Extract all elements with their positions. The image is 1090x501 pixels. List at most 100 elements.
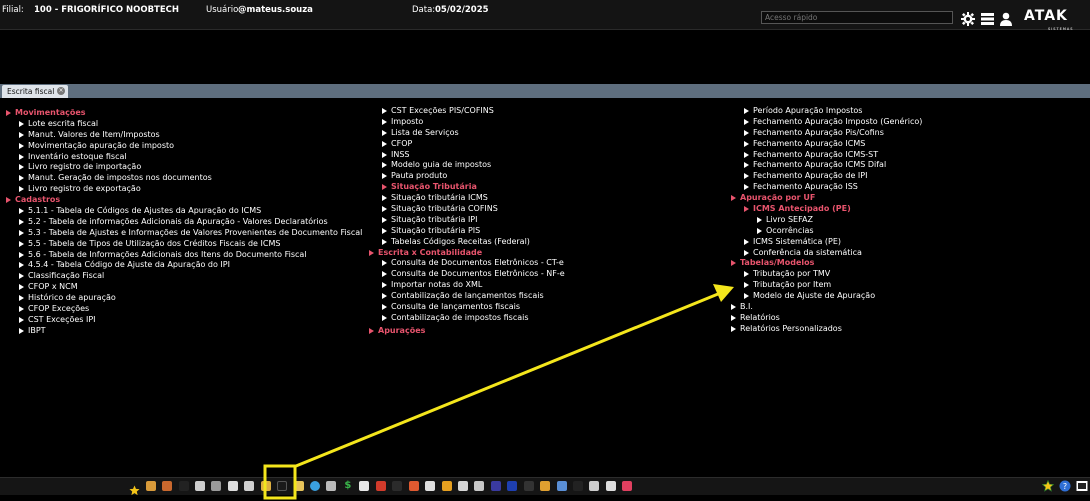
menu-item-fechamento-apuracao-de-ipi[interactable]: Fechamento Apuração de IPI xyxy=(744,171,922,182)
user-profile-icon[interactable] xyxy=(998,11,1014,26)
menu-item-5-2-tabela-de-informacoes-adicionais-da-apuracao-valores-declaratorios[interactable]: 5.2 - Tabela de informações Adicionais d… xyxy=(19,217,362,228)
menu-item-tabelas-codigos-receitas-federal[interactable]: Tabelas Códigos Receitas (Federal) xyxy=(382,237,565,248)
menu-item-cfop-x-ncm[interactable]: CFOP x NCM xyxy=(19,282,362,293)
favorites-star-icon[interactable] xyxy=(126,478,142,496)
menu-section-escrita-x-contabilidade[interactable]: Escrita x Contabilidade xyxy=(369,248,565,259)
menu-item-imposto[interactable]: Imposto xyxy=(382,117,565,128)
menu-lines-icon[interactable] xyxy=(979,11,995,26)
favorite-star-icon[interactable] xyxy=(1041,479,1054,492)
menu-item-manut-valores-de-item-impostos[interactable]: Manut. Valores de Item/Impostos xyxy=(19,130,362,141)
menu-item-inventario-estoque-fiscal[interactable]: Inventário estoque fiscal xyxy=(19,152,362,163)
menu-item-relatorios[interactable]: Relatórios xyxy=(731,313,922,324)
menu-item-5-1-1-tabela-de-codigos-de-ajustes-da-apuracao-do-icms[interactable]: 5.1.1 - Tabela de Códigos de Ajustes da … xyxy=(19,206,362,217)
printer-icon[interactable] xyxy=(356,478,372,494)
factory-icon[interactable] xyxy=(373,478,389,494)
menu-item-pauta-produto[interactable]: Pauta produto xyxy=(382,171,565,182)
folder-icon[interactable] xyxy=(258,478,274,494)
box-icon[interactable] xyxy=(159,478,175,494)
book-icon[interactable] xyxy=(488,478,504,494)
menu-item-conferencia-da-sistematica[interactable]: Conferência da sistemática xyxy=(744,248,922,259)
building-icon[interactable] xyxy=(208,478,224,494)
help-icon[interactable]: ? xyxy=(1058,479,1071,492)
menu-item-modelo-guia-de-impostos[interactable]: Modelo guia de impostos xyxy=(382,160,565,171)
menu-item-fechamento-apuracao-icms-difal[interactable]: Fechamento Apuração ICMS Difal xyxy=(744,160,922,171)
menu-item-modelo-de-ajuste-de-apuracao[interactable]: Modelo de Ajuste de Apuração xyxy=(744,291,922,302)
chart-icon[interactable] xyxy=(438,478,454,494)
analytics-icon[interactable] xyxy=(619,478,635,494)
menu-item-ocorrencias[interactable]: Ocorrências xyxy=(757,226,922,237)
menu-item-tributacao-por-item[interactable]: Tributação por Item xyxy=(744,280,922,291)
monitor-icon[interactable] xyxy=(504,478,520,494)
menu-item-fechamento-apuracao-iss[interactable]: Fechamento Apuração ISS xyxy=(744,182,922,193)
menu-item-lista-de-servicos[interactable]: Lista de Serviços xyxy=(382,128,565,139)
headset-icon[interactable] xyxy=(603,478,619,494)
gear-icon[interactable] xyxy=(960,11,976,26)
menu-item-relatorios-personalizados[interactable]: Relatórios Personalizados xyxy=(731,324,922,335)
terminal-icon[interactable] xyxy=(570,478,586,494)
menu-item-manut-geracao-de-impostos-nos-documentos[interactable]: Manut. Geração de impostos nos documento… xyxy=(19,173,362,184)
package-icon[interactable] xyxy=(537,478,553,494)
folder-yellow-icon[interactable] xyxy=(290,478,306,494)
close-icon[interactable]: × xyxy=(57,87,65,95)
menu-item-historico-de-apuracao[interactable]: Histórico de apuração xyxy=(19,293,362,304)
menu-item-tributacao-por-tmv[interactable]: Tributação por TMV xyxy=(744,269,922,280)
menu-item-cst-excecoes-pis-cofins[interactable]: CST Exceções PIS/COFINS xyxy=(382,106,565,117)
menu-item-situacao-tributaria-icms[interactable]: Situação tributária ICMS xyxy=(382,193,565,204)
menu-item-fechamento-apuracao-pis-cofins[interactable]: Fechamento Apuração Pis/Cofins xyxy=(744,128,922,139)
menu-item-fechamento-apuracao-icms[interactable]: Fechamento Apuração ICMS xyxy=(744,139,922,150)
menu-item-lote-escrita-fiscal[interactable]: Lote escrita fiscal xyxy=(19,119,362,130)
bottle-icon[interactable] xyxy=(405,478,421,494)
menu-section-movimentacoes[interactable]: Movimentações xyxy=(6,108,362,119)
menu-item-cst-excecoes-ipi[interactable]: CST Exceções IPI xyxy=(19,315,362,326)
menu-item-classificacao-fiscal[interactable]: Classificação Fiscal xyxy=(19,271,362,282)
menu-item-periodo-apuracao-impostos[interactable]: Período Apuração Impostos xyxy=(744,106,922,117)
menu-section-cadastros[interactable]: Cadastros xyxy=(6,195,362,206)
menu-item-situacao-tributaria-ipi[interactable]: Situação tributária IPI xyxy=(382,215,565,226)
tools-icon[interactable] xyxy=(521,478,537,494)
truck-icon[interactable] xyxy=(225,478,241,494)
doc-edit-icon[interactable] xyxy=(455,478,471,494)
menu-item-fechamento-apuracao-imposto-generico[interactable]: Fechamento Apuração Imposto (Genérico) xyxy=(744,117,922,128)
calculator-icon[interactable] xyxy=(389,478,405,494)
menu-item-ibpt[interactable]: IBPT xyxy=(19,326,362,337)
card-icon[interactable] xyxy=(422,478,438,494)
menu-item-cfop-excecoes[interactable]: CFOP Exceções xyxy=(19,304,362,315)
menu-section-apuracao-por-uf[interactable]: Apuração por UF xyxy=(731,193,922,204)
menu-item-fechamento-apuracao-icms-st[interactable]: Fechamento Apuração ICMS-ST xyxy=(744,150,922,161)
cylinder-icon[interactable] xyxy=(323,478,339,494)
menu-section-situacao-tributaria[interactable]: Situação Tributária xyxy=(382,182,565,193)
menu-item-contabilizacao-de-lancamentos-fiscais[interactable]: Contabilização de lançamentos fiscais xyxy=(382,291,565,302)
menu-item-movimentacao-apuracao-de-imposto[interactable]: Movimentação apuração de imposto xyxy=(19,141,362,152)
globe-icon[interactable] xyxy=(307,478,323,494)
menu-item-consulta-de-lancamentos-fiscais[interactable]: Consulta de lançamentos fiscais xyxy=(382,302,565,313)
quick-access-input[interactable] xyxy=(761,11,953,24)
menu-section-apuracoes[interactable]: Apurações xyxy=(369,326,565,337)
menu-item-importar-notas-do-xml[interactable]: Importar notas do XML xyxy=(382,280,565,291)
network-icon[interactable] xyxy=(586,478,602,494)
menu-section-tabelas-modelos[interactable]: Tabelas/Modelos xyxy=(731,258,922,269)
menu-item-contabilizacao-de-impostos-fiscais[interactable]: Contabilização de impostos fiscais xyxy=(382,313,565,324)
menu-item-consulta-de-documentos-eletronicos-nf-e[interactable]: Consulta de Documentos Eletrônicos - NF-… xyxy=(382,269,565,280)
dollar-icon[interactable]: $ xyxy=(340,478,356,494)
menu-item-situacao-tributaria-pis[interactable]: Situação tributária PIS xyxy=(382,226,565,237)
pill-icon[interactable] xyxy=(241,478,257,494)
users-icon[interactable] xyxy=(142,478,158,494)
menu-item-b-i[interactable]: B.I. xyxy=(731,302,922,313)
document-icon[interactable] xyxy=(192,478,208,494)
fiscal-screen-icon[interactable] xyxy=(274,478,290,494)
menu-item-livro-registro-de-exportacao[interactable]: Livro registro de exportação xyxy=(19,184,362,195)
notes-icon[interactable] xyxy=(471,478,487,494)
image-icon[interactable] xyxy=(553,478,569,494)
exit-icon[interactable] xyxy=(1075,479,1088,492)
menu-item-5-6-tabela-de-informacoes-adicionais-dos-itens-do-documento-fiscal[interactable]: 5.6 - Tabela de Informações Adicionais d… xyxy=(19,250,362,261)
menu-item-livro-sefaz[interactable]: Livro SEFAZ xyxy=(757,215,922,226)
dark-window-icon[interactable] xyxy=(175,478,191,494)
menu-item-inss[interactable]: INSS xyxy=(382,150,565,161)
menu-item-consulta-de-documentos-eletronicos-ct-e[interactable]: Consulta de Documentos Eletrônicos - CT-… xyxy=(382,258,565,269)
menu-item-cfop[interactable]: CFOP xyxy=(382,139,565,150)
menu-item-4-5-4-tabela-codigo-de-ajuste-da-apuracao-do-ipi[interactable]: 4.5.4 - Tabela Código de Ajuste da Apura… xyxy=(19,260,362,271)
menu-item-5-5-tabela-de-tipos-de-utilizacao-dos-creditos-fiscais-de-icms[interactable]: 5.5 - Tabela de Tipos de Utilização dos … xyxy=(19,239,362,250)
menu-item-livro-registro-de-importacao[interactable]: Livro registro de importação xyxy=(19,162,362,173)
menu-item-5-3-tabela-de-ajustes-e-informacoes-de-valores-provenientes-de-documento-fiscal[interactable]: 5.3 - Tabela de Ajustes e Informações de… xyxy=(19,228,362,239)
menu-item-situacao-tributaria-cofins[interactable]: Situação tributária COFINS xyxy=(382,204,565,215)
